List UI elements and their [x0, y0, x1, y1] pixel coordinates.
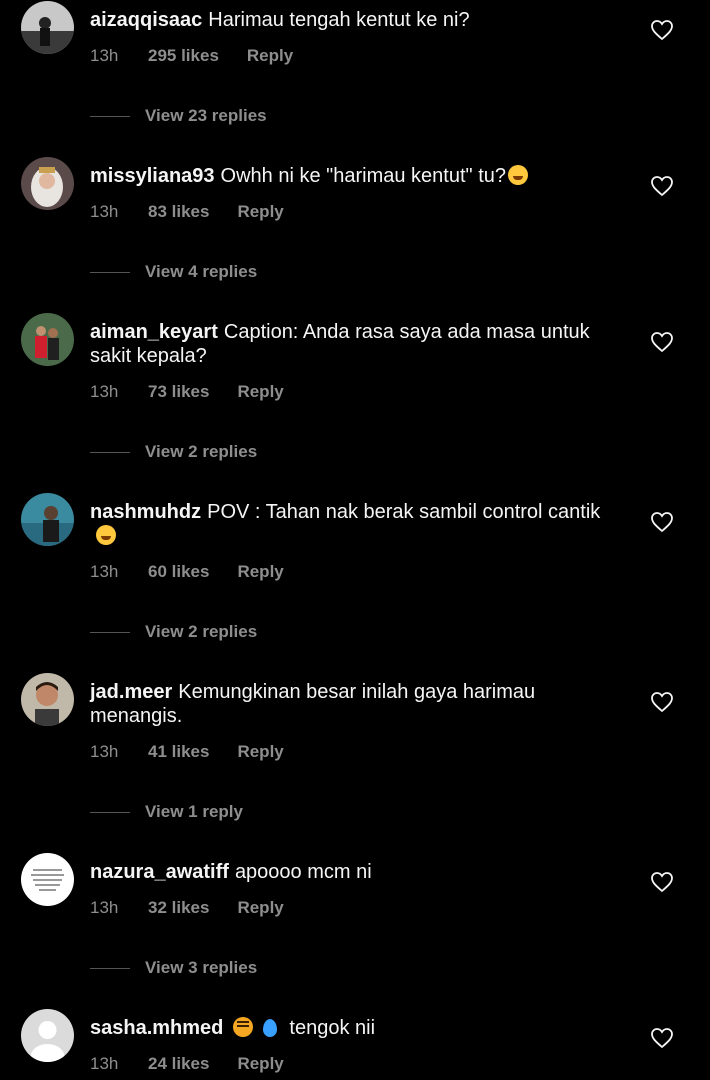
likes-count[interactable]: 32 likes [148, 898, 209, 918]
reply-button[interactable]: Reply [237, 1054, 283, 1074]
comment-body: Owhh ni ke "harimau kentut" tu? [220, 165, 506, 187]
comment-username[interactable]: jad.meer [90, 681, 172, 703]
avatar-photo-icon [21, 157, 74, 210]
reply-button[interactable]: Reply [237, 382, 283, 402]
view-replies-button[interactable]: View 23 replies [90, 106, 267, 126]
replies-divider [90, 968, 130, 970]
replies-divider [90, 812, 130, 814]
comment-body: tengok nii [289, 1017, 376, 1039]
comment-username[interactable]: nashmuhdz [90, 501, 201, 523]
comment-text: aizaqqisaac Harimau tengah kentut ke ni? [90, 8, 610, 32]
replies-divider [90, 272, 130, 274]
comment-time: 13h [90, 742, 119, 761]
avatar[interactable] [21, 157, 74, 210]
view-replies-label: View 2 replies [145, 622, 258, 641]
likes-count[interactable]: 41 likes [148, 742, 209, 762]
comment-body: apoooo mcm ni [234, 861, 372, 883]
heart-icon[interactable] [650, 691, 674, 713]
comment-body: Harimau tengah kentut ke ni? [208, 9, 470, 31]
comment-time: 13h [90, 202, 119, 221]
heart-icon[interactable] [650, 1027, 674, 1049]
comment-body: POV : Tahan nak berak sambil control can… [207, 501, 601, 523]
comment-username[interactable]: aizaqqisaac [90, 9, 202, 31]
avatar[interactable] [21, 673, 74, 726]
likes-count[interactable]: 73 likes [148, 382, 209, 402]
view-replies-button[interactable]: View 2 replies [90, 442, 257, 462]
reply-button[interactable]: Reply [237, 898, 283, 918]
droplet-emoji-icon [263, 1019, 278, 1037]
view-replies-button[interactable]: View 1 reply [90, 802, 243, 822]
comment-text: sasha.mhmed tengok nii [90, 1016, 610, 1040]
comment-text: missyliana93 Owhh ni ke "harimau kentut" … [90, 164, 610, 188]
view-replies-label: View 3 replies [145, 958, 258, 977]
heart-icon[interactable] [650, 175, 674, 197]
heart-icon[interactable] [650, 19, 674, 41]
reply-button[interactable]: Reply [237, 562, 283, 582]
heart-icon[interactable] [650, 331, 674, 353]
likes-count[interactable]: 24 likes [148, 1054, 209, 1074]
zany-face-emoji-icon [96, 525, 116, 545]
avatar[interactable] [21, 313, 74, 366]
view-replies-label: View 2 replies [145, 442, 258, 461]
comment-time: 13h [90, 898, 119, 917]
comment-time: 13h [90, 46, 119, 65]
avatar-photo-icon [21, 673, 74, 726]
comment-meta: 13h 60 likes Reply [90, 562, 284, 582]
laughing-tears-emoji-icon [508, 165, 528, 185]
view-replies-button[interactable]: View 2 replies [90, 622, 257, 642]
replies-divider [90, 632, 130, 634]
view-replies-label: View 4 replies [145, 262, 258, 281]
likes-count[interactable]: 295 likes [148, 46, 219, 66]
comment-time: 13h [90, 382, 119, 401]
comment-username[interactable]: missyliana93 [90, 165, 215, 187]
comment-meta: 13h 41 likes Reply [90, 742, 284, 762]
view-replies-button[interactable]: View 4 replies [90, 262, 257, 282]
likes-count[interactable]: 83 likes [148, 202, 209, 222]
avatar[interactable] [21, 853, 74, 906]
comment-text: nashmuhdz POV : Tahan nak berak sambil co… [90, 500, 610, 548]
avatar-photo-icon [21, 493, 74, 546]
view-replies-label: View 1 reply [145, 802, 243, 821]
heart-icon[interactable] [650, 871, 674, 893]
reply-button[interactable]: Reply [247, 46, 293, 66]
avatar-photo-icon [21, 313, 74, 366]
comment-meta: 13h 83 likes Reply [90, 202, 284, 222]
default-avatar-icon [21, 1009, 74, 1062]
avatar-photo-icon [21, 853, 74, 906]
comment-time: 13h [90, 562, 119, 581]
heart-icon[interactable] [650, 511, 674, 533]
comment-text: aiman_keyart Caption: Anda rasa saya ada … [90, 320, 610, 368]
comment-meta: 13h 295 likes Reply [90, 46, 293, 66]
avatar[interactable] [21, 1009, 74, 1062]
view-replies-label: View 23 replies [145, 106, 267, 125]
replies-divider [90, 116, 130, 118]
avatar[interactable] [21, 1, 74, 54]
comment-text: nazura_awatiff apoooo mcm ni [90, 860, 610, 884]
reply-button[interactable]: Reply [237, 202, 283, 222]
comment-time: 13h [90, 1054, 119, 1073]
comment-username[interactable]: aiman_keyart [90, 321, 218, 343]
tiger-face-emoji-icon [233, 1017, 254, 1037]
comment-text: jad.meer Kemungkinan besar inilah gaya ha… [90, 680, 610, 728]
comment-username[interactable]: sasha.mhmed [90, 1017, 223, 1039]
comment-meta: 13h 24 likes Reply [90, 1054, 284, 1074]
reply-button[interactable]: Reply [237, 742, 283, 762]
avatar[interactable] [21, 493, 74, 546]
comment-username[interactable]: nazura_awatiff [90, 861, 229, 883]
comment-meta: 13h 73 likes Reply [90, 382, 284, 402]
replies-divider [90, 452, 130, 454]
avatar-photo-icon [21, 1, 74, 54]
likes-count[interactable]: 60 likes [148, 562, 209, 582]
comment-meta: 13h 32 likes Reply [90, 898, 284, 918]
view-replies-button[interactable]: View 3 replies [90, 958, 257, 978]
